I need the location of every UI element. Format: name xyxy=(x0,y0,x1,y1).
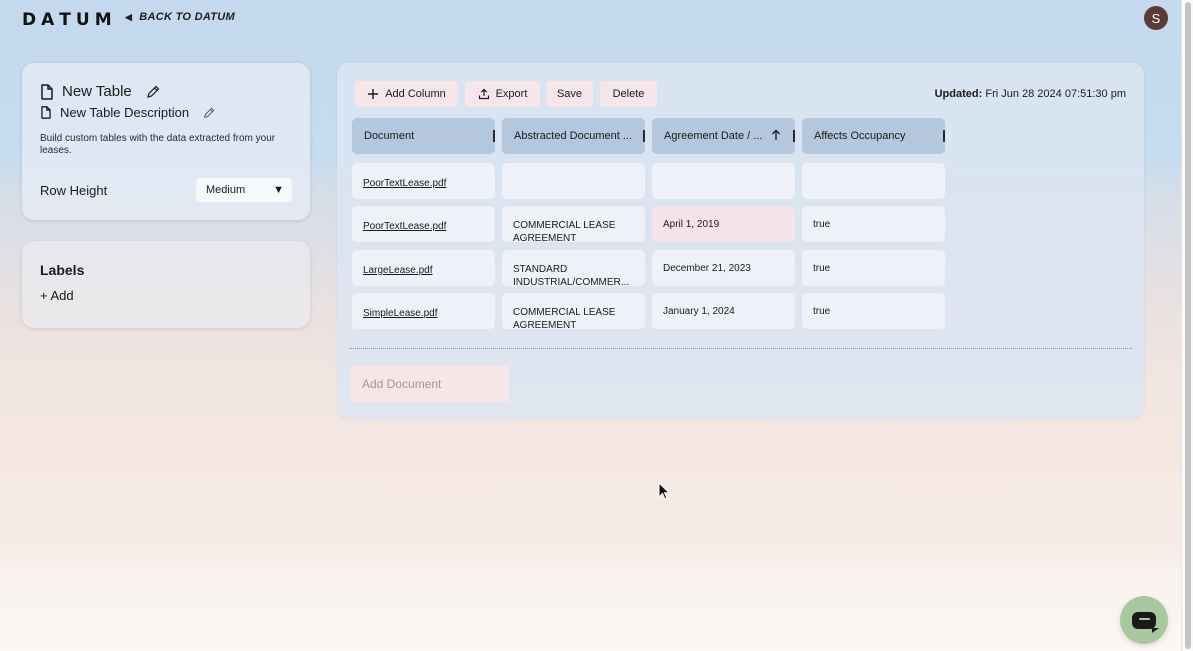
column-header-label: Agreement Date / ... xyxy=(664,130,763,142)
dropdown-triangle-icon: ▼ xyxy=(273,184,284,196)
table-cell-agreement-date[interactable]: January 1, 2024 xyxy=(652,293,795,329)
scrollbar-thumb[interactable] xyxy=(1185,2,1191,649)
column-header-label: Document xyxy=(364,130,415,142)
export-label: Export xyxy=(495,88,528,100)
mouse-cursor-icon xyxy=(658,482,670,500)
table-cell-abstracted[interactable] xyxy=(502,163,645,199)
table-cell-agreement-date[interactable]: April 1, 2019 xyxy=(652,206,795,242)
table-cell-affects-occupancy[interactable]: true xyxy=(802,293,945,329)
row-height-value: Medium xyxy=(206,184,246,196)
table-cell-document[interactable]: PoorTextLease.pdf xyxy=(352,163,495,199)
logo-letter: U xyxy=(75,10,93,30)
document-link[interactable]: PoorTextLease.pdf xyxy=(363,217,446,232)
column-header-label: Affects Occupancy xyxy=(814,130,906,142)
datum-logo: D A T U M xyxy=(22,10,115,30)
labels-card: Labels + Add xyxy=(22,241,310,328)
column-header-document[interactable]: Document xyxy=(352,118,495,154)
logo-letter: M xyxy=(94,10,115,30)
table-cell-abstracted[interactable]: COMMERCIAL LEASE AGREEMENT xyxy=(502,206,645,242)
edit-description-pencil-icon[interactable] xyxy=(203,107,215,119)
export-button[interactable]: Export xyxy=(465,81,540,107)
table-description-row: New Table Description xyxy=(40,105,215,120)
table-cell-abstracted[interactable]: COMMERCIAL LEASE AGREEMENT xyxy=(502,293,645,329)
help-text: Build custom tables with the data extrac… xyxy=(40,133,276,156)
add-document-input[interactable]: Add Document xyxy=(350,366,509,402)
logo-letter: A xyxy=(41,10,58,30)
row-height-select[interactable]: Medium ▼ xyxy=(196,178,292,202)
table-cell-agreement-date[interactable]: December 21, 2023 xyxy=(652,250,795,286)
updated-label: Updated: xyxy=(934,88,983,100)
chat-widget-button[interactable] xyxy=(1120,596,1168,644)
table-cell-agreement-date[interactable] xyxy=(652,163,795,199)
labels-heading: Labels xyxy=(40,262,85,278)
table-title: New Table xyxy=(62,83,132,100)
column-header-abstracted[interactable]: Abstracted Document ... xyxy=(502,118,645,154)
table-description: New Table Description xyxy=(60,105,190,120)
table-cell-document[interactable]: PoorTextLease.pdf xyxy=(352,206,495,242)
column-resize-handle[interactable] xyxy=(643,130,645,142)
plus-icon xyxy=(368,89,379,99)
table-cell-affects-occupancy[interactable] xyxy=(802,163,945,199)
document-icon xyxy=(41,83,53,100)
user-avatar[interactable]: S xyxy=(1144,6,1168,30)
table-info-card: New Table New Table Description Build cu… xyxy=(22,63,310,220)
logo-letter: D xyxy=(22,10,40,30)
table-cell-document[interactable]: SimpleLease.pdf xyxy=(352,293,495,329)
logo-letter: T xyxy=(59,10,74,30)
add-column-button[interactable]: Add Column xyxy=(355,81,458,107)
column-header-agreement-date[interactable]: Agreement Date / ... xyxy=(652,118,795,154)
column-header-affects-occupancy[interactable]: Affects Occupancy xyxy=(802,118,945,154)
arrow-up-icon[interactable] xyxy=(771,129,781,141)
back-to-datum-link[interactable]: ◀ BACK TO DATUM xyxy=(125,11,235,23)
save-button[interactable]: Save xyxy=(546,81,593,107)
back-link-label: BACK TO DATUM xyxy=(139,11,235,23)
back-triangle-icon: ◀ xyxy=(125,11,133,22)
table-cell-affects-occupancy[interactable]: true xyxy=(802,206,945,242)
column-resize-handle[interactable] xyxy=(943,130,945,142)
edit-title-pencil-icon[interactable] xyxy=(146,85,160,99)
add-label-button[interactable]: + Add xyxy=(40,288,74,303)
table-title-row: New Table xyxy=(40,83,160,100)
document-icon xyxy=(41,106,51,119)
table-cell-abstracted[interactable]: STANDARD INDUSTRIAL/COMMER... xyxy=(502,250,645,286)
chat-bubble-icon xyxy=(1132,611,1159,633)
column-header-label: Abstracted Document ... xyxy=(514,130,632,142)
upload-icon xyxy=(478,88,489,100)
table-divider xyxy=(349,348,1132,349)
document-link[interactable]: PoorTextLease.pdf xyxy=(363,174,446,189)
row-height-label: Row Height xyxy=(40,183,108,198)
column-resize-handle[interactable] xyxy=(493,130,495,142)
page-scrollbar[interactable] xyxy=(1181,0,1193,651)
add-column-label: Add Column xyxy=(385,88,446,100)
column-resize-handle[interactable] xyxy=(793,130,795,142)
updated-timestamp: Updated: Fri Jun 28 2024 07:51:30 pm xyxy=(935,88,1126,100)
updated-value: Fri Jun 28 2024 07:51:30 pm xyxy=(985,88,1126,100)
document-link[interactable]: LargeLease.pdf xyxy=(363,261,433,276)
table-panel: Add Column Export Save Delete Updated: F… xyxy=(337,63,1144,418)
delete-button[interactable]: Delete xyxy=(600,81,657,107)
table-cell-affects-occupancy[interactable]: true xyxy=(802,250,945,286)
table-cell-document[interactable]: LargeLease.pdf xyxy=(352,250,495,286)
document-link[interactable]: SimpleLease.pdf xyxy=(363,304,438,319)
